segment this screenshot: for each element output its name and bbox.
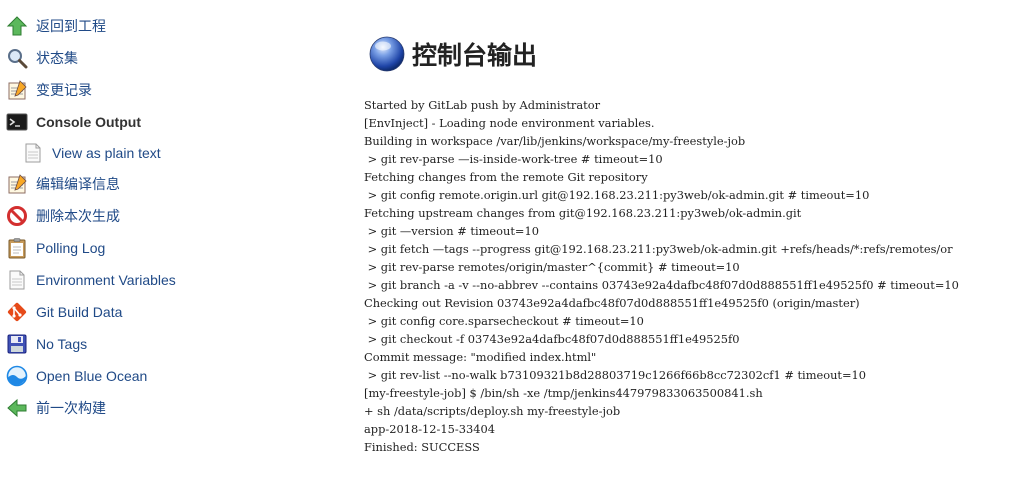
sidebar-item-label: 变更记录 (36, 82, 92, 98)
console-output: Started by GitLab push by Administrator [… (364, 96, 1010, 456)
console-line: > git checkout -f 03743e92a4dafbc48f07d0… (364, 332, 740, 346)
sidebar-item-git-build-data[interactable]: Git Build Data (0, 296, 300, 328)
console-line: > git fetch —tags --progress git@192.168… (364, 242, 953, 256)
sidebar-item-console-output[interactable]: Console Output (0, 106, 300, 138)
sidebar-item-label: 返回到工程 (36, 18, 106, 34)
title-row: 控制台输出 (368, 28, 1010, 80)
sidebar-item-status[interactable]: 状态集 (0, 42, 300, 74)
blue-ocean-icon (6, 365, 28, 387)
console-line: + sh /data/scripts/deploy.sh my-freestyl… (364, 404, 621, 418)
main-panel: 控制台输出 Started by GitLab push by Administ… (364, 28, 1010, 454)
no-entry-icon (6, 205, 28, 227)
page-title: 控制台输出 (412, 42, 538, 70)
sidebar-item-environment-variables[interactable]: Environment Variables (0, 264, 300, 296)
document-icon (6, 269, 28, 291)
magnifier-icon (6, 47, 28, 69)
sidebar-item-edit-build-info[interactable]: 编辑编译信息 (0, 168, 300, 200)
console-line: > git branch -a -v --no-abbrev --contain… (364, 278, 959, 292)
sidebar-item-label: 状态集 (36, 50, 78, 66)
console-line: > git config remote.origin.url git@192.1… (364, 188, 870, 202)
console-line: > git —version # timeout=10 (364, 224, 539, 238)
console-line: > git rev-parse —is-inside-work-tree # t… (364, 152, 663, 166)
sidebar-item-open-blue-ocean[interactable]: Open Blue Ocean (0, 360, 300, 392)
console-line: [EnvInject] - Loading node environment v… (364, 116, 655, 130)
console-line: Commit message: "modified index.html" (364, 350, 597, 364)
document-icon (22, 142, 44, 164)
up-arrow-icon (6, 15, 28, 37)
notepad-edit-icon (6, 173, 28, 195)
clipboard-icon (6, 237, 28, 259)
console-line: app-2018-12-15-33404 (364, 422, 495, 436)
left-arrow-icon (6, 397, 28, 419)
console-line: Building in workspace /var/lib/jenkins/w… (364, 134, 746, 148)
console-line: [my-freestyle-job] $ /bin/sh -xe /tmp/je… (364, 386, 763, 400)
sidebar-item-back-to-project[interactable]: 返回到工程 (0, 10, 300, 42)
sidebar-item-label: View as plain text (52, 145, 161, 161)
sidebar-item-label: Environment Variables (36, 272, 176, 288)
floppy-disk-icon (6, 333, 28, 355)
sidebar: 返回到工程 状态集 变更记录 Console Output View as pl… (0, 10, 300, 424)
sidebar-item-label: 前一次构建 (36, 400, 106, 416)
console-line: > git config core.sparsecheckout # timeo… (364, 314, 644, 328)
sidebar-item-label: Open Blue Ocean (36, 368, 148, 384)
console-line: Started by GitLab push by Administrator (364, 98, 601, 112)
sidebar-item-label: No Tags (36, 336, 88, 352)
sidebar-item-delete-build[interactable]: 删除本次生成 (0, 200, 300, 232)
git-icon (6, 301, 28, 323)
sidebar-item-label: Console Output (36, 114, 141, 130)
console-line: Finished: SUCCESS (364, 440, 480, 454)
sidebar-item-polling-log[interactable]: Polling Log (0, 232, 300, 264)
sidebar-item-view-plain-text[interactable]: View as plain text (0, 138, 300, 168)
sidebar-item-no-tags[interactable]: No Tags (0, 328, 300, 360)
sidebar-item-changes[interactable]: 变更记录 (0, 74, 300, 106)
console-line: Fetching changes from the remote Git rep… (364, 170, 648, 184)
sidebar-item-label: 删除本次生成 (36, 208, 120, 224)
sidebar-item-label: Polling Log (36, 240, 106, 256)
sidebar-item-label: Git Build Data (36, 304, 123, 320)
blue-orb-icon (368, 35, 406, 73)
notepad-icon (6, 79, 28, 101)
console-line: Checking out Revision 03743e92a4dafbc48f… (364, 296, 860, 310)
console-line: Fetching upstream changes from git@192.1… (364, 206, 802, 220)
terminal-icon (6, 111, 28, 133)
sidebar-item-previous-build[interactable]: 前一次构建 (0, 392, 300, 424)
console-line: > git rev-list --no-walk b73109321b8d288… (364, 368, 867, 382)
sidebar-item-label: 编辑编译信息 (36, 176, 120, 192)
console-line: > git rev-parse remotes/origin/master^{c… (364, 260, 740, 274)
